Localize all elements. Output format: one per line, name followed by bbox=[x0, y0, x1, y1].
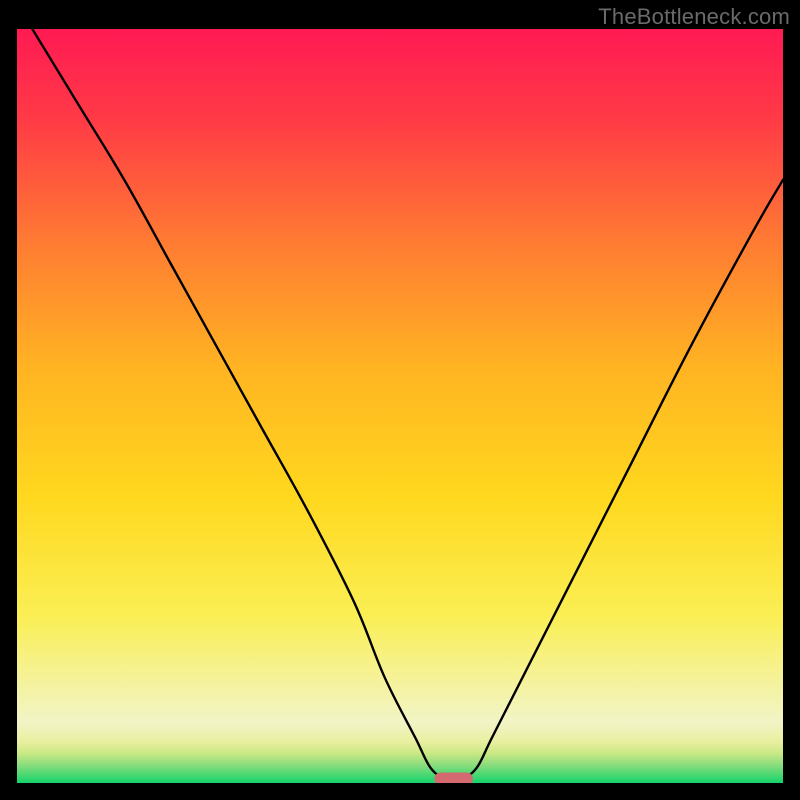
valley-marker bbox=[434, 772, 472, 783]
gradient-background bbox=[17, 29, 783, 783]
watermark-text: TheBottleneck.com bbox=[598, 4, 790, 30]
plot-area bbox=[17, 29, 783, 783]
chart-frame: TheBottleneck.com bbox=[0, 0, 800, 800]
chart-svg bbox=[17, 29, 783, 783]
